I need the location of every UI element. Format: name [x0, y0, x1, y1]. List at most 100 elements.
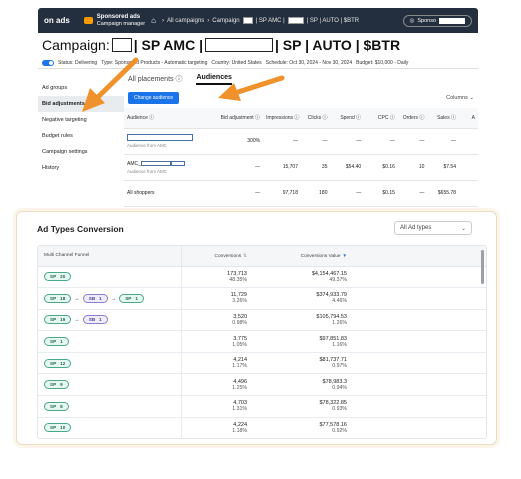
app-name-line1: Sponsored ads	[96, 13, 141, 20]
sidenav-item-campaign-settings[interactable]: Campaign settings	[38, 144, 124, 160]
app-name[interactable]: Sponsored ads Campaign manager	[97, 14, 145, 28]
table-row[interactable]: Audience from AMC 300% — — — — — —	[124, 128, 478, 155]
audience-name: AMC_	[127, 160, 141, 167]
main-content: All placements ⓘ Audiences Change audien…	[124, 70, 478, 220]
redacted-box	[205, 38, 273, 52]
sidenav-item-bid-adjustments[interactable]: Bid adjustments	[38, 96, 124, 112]
table-row[interactable]: SP 19 → SB 1 3,520 0.98% $105,794.53 1.26%	[38, 309, 486, 332]
audience-cell: Audience from AMC	[124, 128, 213, 155]
status-toggle[interactable]	[42, 59, 54, 66]
col-cpc[interactable]: CPC ⓘ	[364, 108, 398, 129]
col-orders[interactable]: Orders ⓘ	[397, 108, 428, 129]
table-row[interactable]: SP 8 4,703 1.31% $78,322.85 0.93%	[38, 395, 486, 418]
title-part1: | SP AMC |	[133, 37, 203, 53]
col-bid-adjustment[interactable]: Bid adjustment ⓘ	[212, 108, 264, 129]
col-conversions[interactable]: Conversions ⇅	[181, 246, 253, 267]
col-conversions-value[interactable]: Conversions Value ▼	[253, 246, 353, 267]
account-name: Sponso	[417, 17, 436, 24]
status-text: Status: Delivering	[58, 59, 98, 66]
col-impressions[interactable]: Impressions ⓘ	[263, 108, 301, 129]
col-label: CPC	[377, 115, 389, 122]
breadcrumb-all-campaigns[interactable]: All campaigns	[167, 18, 204, 24]
page-title: Campaign: | SP AMC | | SP | AUTO | $BTR	[38, 33, 478, 57]
sidenav-item-ad-groups[interactable]: Ad groups	[38, 80, 124, 96]
table-scrollbar[interactable]	[481, 250, 484, 284]
conversion-table: Multi Channel Funnel Conversions ⇅ Conver…	[38, 246, 486, 438]
col-audience[interactable]: Audience ⓘ	[124, 108, 213, 129]
amazon-ads-logo[interactable]: on ads	[44, 16, 70, 25]
table-row[interactable]: SP 10 4,224 1.18% $77,578.16 0.92%	[38, 417, 486, 438]
sidenav-item-negative-targeting[interactable]: Negative targeting	[38, 112, 124, 128]
sidenav-item-budget-rules[interactable]: Budget rules	[38, 128, 124, 144]
funnel-path-cell: SP 19 → SB 1	[38, 309, 182, 332]
table-row[interactable]: SP 18 → SB 1 → SP 1 11,729 3.26% $374,933.79 4.46%	[38, 287, 486, 310]
sidenav-item-history[interactable]: History	[38, 160, 124, 176]
bid-cell[interactable]: —	[212, 180, 264, 207]
cpc-cell: —	[364, 128, 398, 155]
pill-count: 19	[60, 317, 66, 323]
table-row[interactable]: All shoppers — 97,718 180 — $0.15 — $655…	[124, 180, 478, 207]
campaign-sidenav: Ad groups Bid adjustments Negative targe…	[38, 70, 124, 220]
pill-count: 10	[60, 425, 66, 431]
col-label: Conversions	[214, 253, 242, 259]
conversions-cell: 4,214 1.17%	[181, 352, 253, 375]
account-switcher[interactable]: ◎ Sponso	[402, 14, 472, 27]
home-icon[interactable]: ⌂	[151, 16, 156, 25]
tab-all-placements[interactable]: All placements ⓘ	[128, 74, 182, 84]
col-clicks[interactable]: Clicks ⓘ	[300, 108, 331, 129]
conversions-value-cell: $77,578.16 0.92%	[253, 417, 353, 438]
spacer-cell	[353, 287, 486, 310]
table-row[interactable]: AMC_ Audience from AMC — 15,707 35 $54.40…	[124, 154, 478, 181]
conversions-value-cell: $78,322.85 0.93%	[253, 395, 353, 418]
funnel-path-cell: SP 10	[38, 417, 182, 438]
spend-cell: —	[330, 180, 365, 207]
col-spend[interactable]: Spend ⓘ	[330, 108, 365, 129]
conversions-cell: 3,775 1.05%	[181, 330, 253, 353]
sp-pill: SP 8	[44, 401, 69, 411]
redacted-box	[439, 17, 465, 24]
budget-text: Budget: $10,000 - Daily	[356, 59, 409, 66]
col-acos[interactable]: A	[458, 108, 478, 129]
columns-dropdown[interactable]: Columns ⌄	[446, 95, 474, 101]
conversions-cell-percent: 1.05%	[232, 341, 247, 348]
table-row[interactable]: SP 9 4,496 1.25% $78,983.3 0.94%	[38, 373, 486, 397]
spacer-cell	[353, 373, 486, 397]
table-header-row: Audience ⓘ Bid adjustment ⓘ Impressions …	[124, 108, 478, 129]
funnel-path-cell: SP 9	[38, 373, 182, 397]
conversions-cell-percent: 1.18%	[232, 427, 247, 434]
conversions-value-cell: $78,983.3 0.94%	[253, 373, 353, 397]
col-label: Spend	[340, 115, 355, 122]
table-row[interactable]: SP 20 173,713 48.35% $4,154,467.15 49.37%	[38, 266, 486, 289]
pill-type: SP	[50, 360, 57, 366]
redacted-box	[242, 17, 253, 24]
change-audience-button[interactable]: Change audience	[128, 92, 180, 104]
info-icon: ⓘ	[294, 115, 300, 122]
tab-audiences[interactable]: Audiences	[196, 74, 232, 85]
table-row[interactable]: SP 1 3,775 1.05% $97,851.83 1.16%	[38, 330, 486, 353]
sort-icon: ⇅	[243, 252, 247, 258]
breadcrumb-separator: ›	[161, 17, 164, 24]
col-sales[interactable]: Sales ⓘ	[427, 108, 459, 129]
conversions-cell-percent: 3.26%	[232, 298, 247, 305]
info-icon: ⓘ	[356, 115, 362, 122]
campaign-info-row: Status: Delivering Type: Sponsored Produ…	[38, 57, 478, 69]
sponsored-ads-icon	[83, 17, 93, 24]
conversions-cell: 4,703 1.31%	[181, 395, 253, 418]
bid-cell[interactable]: —	[212, 154, 264, 181]
conversions-value-cell-percent: 1.26%	[332, 319, 347, 326]
pill-type: SP	[50, 425, 57, 431]
info-icon: ⓘ	[175, 76, 183, 83]
pill-count: 9	[60, 382, 63, 388]
ad-types-select[interactable]: All Ad types ⌄	[394, 221, 472, 235]
breadcrumb-campaign-part1: | SP AMC |	[255, 17, 285, 24]
sp-pill: SP 19	[44, 315, 72, 325]
info-icon: ⓘ	[389, 115, 395, 122]
funnel-path-cell: SP 1	[38, 330, 182, 353]
arrow-right-icon: →	[74, 295, 80, 302]
conversions-value-cell-percent: 49.37%	[329, 276, 347, 283]
ad-types-conversion-card: Ad Types Conversion All Ad types ⌄ Multi…	[16, 211, 497, 445]
table-row[interactable]: SP 12 4,214 1.17% $81,737.71 0.97%	[38, 352, 486, 375]
cpc-cell: $0.16	[364, 154, 398, 181]
bid-cell[interactable]: 300%	[212, 128, 264, 155]
col-spacer	[353, 246, 486, 267]
